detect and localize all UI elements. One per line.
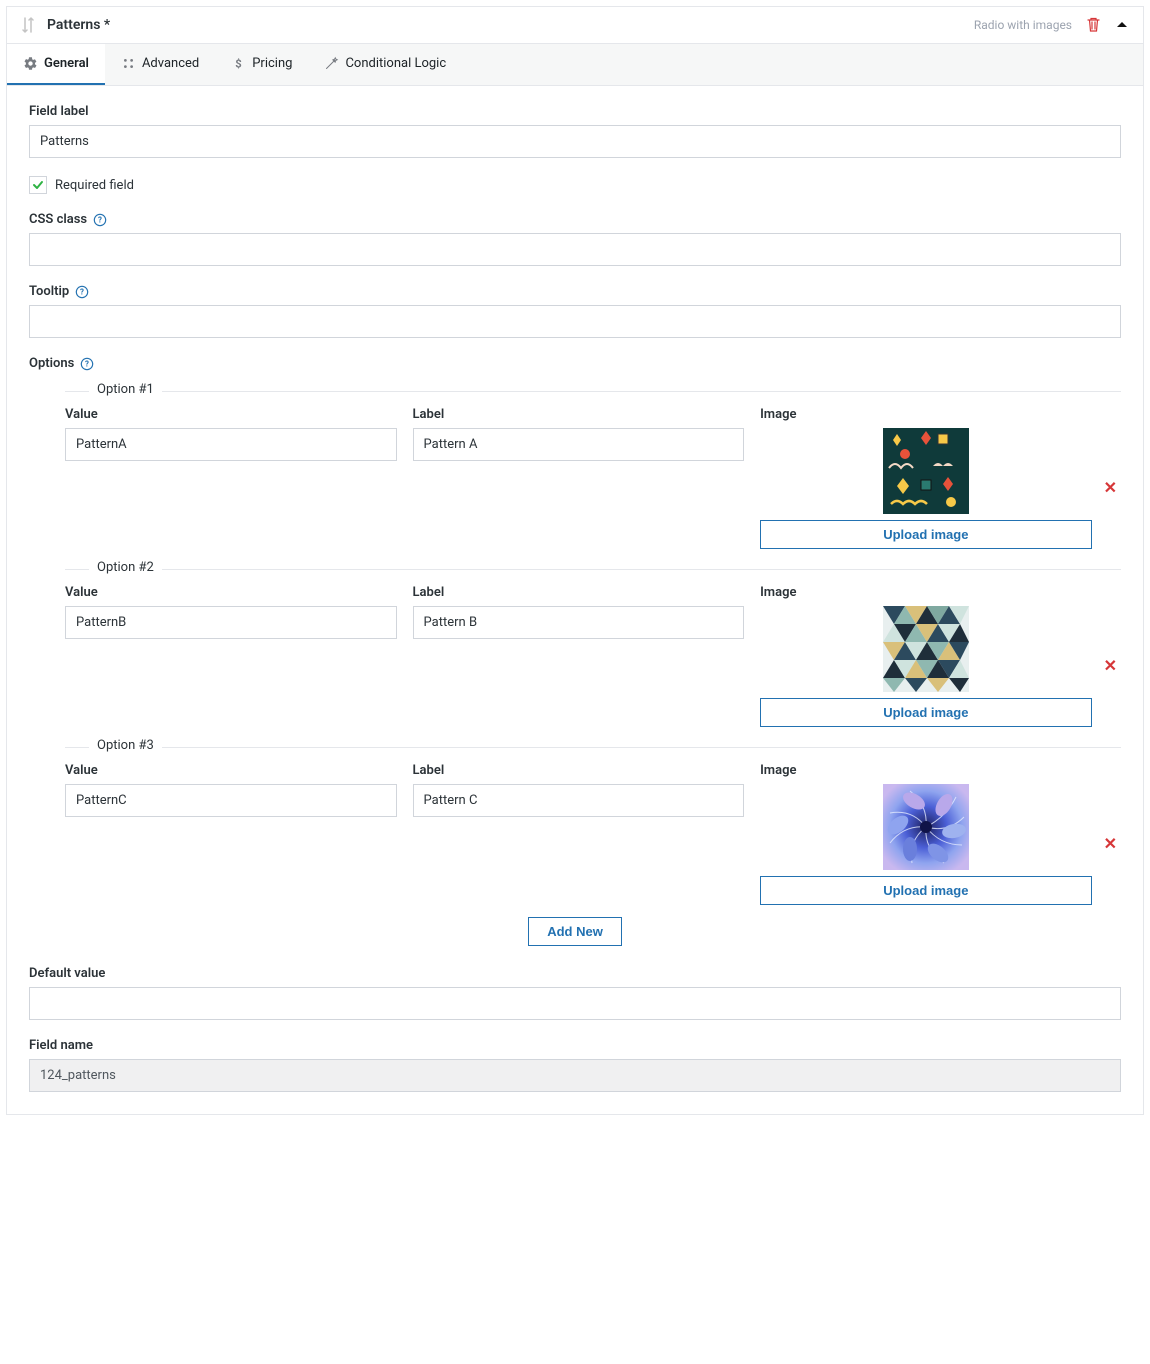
option-legend: Option #2: [89, 560, 162, 575]
option-thumbnail: [883, 784, 969, 870]
option-legend: Option #3: [89, 738, 162, 753]
help-icon[interactable]: ?: [93, 213, 107, 227]
help-icon[interactable]: ?: [80, 357, 94, 371]
value-caption: Value: [65, 407, 397, 422]
label-caption: Label: [413, 407, 745, 422]
option-block: Option #1 Value Label Image: [65, 391, 1121, 549]
option-label-input[interactable]: [413, 606, 745, 639]
field-type-label: Radio with images: [974, 18, 1072, 32]
tab-label: Advanced: [142, 56, 199, 71]
label-caption: Label: [413, 763, 745, 778]
value-caption: Value: [65, 585, 397, 600]
tab-pricing[interactable]: $ Pricing: [215, 44, 308, 85]
panel-header: Patterns * Radio with images: [7, 7, 1143, 44]
label-caption: Label: [413, 585, 745, 600]
tooltip-input[interactable]: [29, 305, 1121, 338]
option-label-input[interactable]: [413, 784, 745, 817]
field-name-caption: Field name: [29, 1038, 1121, 1053]
drag-handle-icon[interactable]: [21, 17, 35, 33]
option-legend: Option #1: [89, 382, 162, 397]
image-caption: Image: [760, 407, 796, 422]
field-label-caption: Field label: [29, 104, 1121, 119]
collapse-icon[interactable]: [1115, 20, 1129, 30]
field-editor-panel: Patterns * Radio with images General Adv…: [6, 6, 1144, 1115]
help-icon[interactable]: ?: [75, 285, 89, 299]
image-caption: Image: [760, 585, 796, 600]
remove-option-icon[interactable]: ✕: [1100, 478, 1121, 497]
css-class-input[interactable]: [29, 233, 1121, 266]
remove-option-icon[interactable]: ✕: [1100, 834, 1121, 853]
sliders-icon: [121, 56, 136, 71]
tab-general[interactable]: General: [7, 44, 105, 85]
remove-option-icon[interactable]: ✕: [1100, 656, 1121, 675]
svg-text:?: ?: [80, 287, 84, 296]
upload-image-button[interactable]: Upload image: [760, 698, 1092, 727]
option-label-input[interactable]: [413, 428, 745, 461]
trash-icon[interactable]: [1086, 17, 1101, 33]
tab-label: General: [44, 56, 89, 71]
option-value-input[interactable]: [65, 428, 397, 461]
option-thumbnail: [883, 606, 969, 692]
options-caption: Options: [29, 356, 74, 371]
svg-text:?: ?: [98, 215, 102, 224]
required-checkbox[interactable]: [29, 176, 47, 194]
option-thumbnail: [883, 428, 969, 514]
option-value-input[interactable]: [65, 784, 397, 817]
option-block: Option #2 Value Label Image: [65, 569, 1121, 727]
option-block: Option #3 Value Label Image: [65, 747, 1121, 905]
field-name-input: [29, 1059, 1121, 1092]
panel-title: Patterns *: [47, 17, 110, 33]
gear-icon: [23, 56, 38, 71]
svg-text:?: ?: [85, 359, 89, 368]
image-caption: Image: [760, 763, 796, 778]
default-value-input[interactable]: [29, 987, 1121, 1020]
svg-text:$: $: [236, 57, 242, 70]
tab-advanced[interactable]: Advanced: [105, 44, 215, 85]
add-new-button[interactable]: Add New: [528, 917, 622, 946]
wand-icon: [324, 56, 339, 71]
css-class-caption: CSS class: [29, 212, 87, 227]
default-value-caption: Default value: [29, 966, 1121, 981]
required-label: Required field: [55, 178, 134, 193]
tab-label: Conditional Logic: [345, 56, 446, 71]
dollar-icon: $: [231, 56, 246, 71]
upload-image-button[interactable]: Upload image: [760, 876, 1092, 905]
tab-conditional-logic[interactable]: Conditional Logic: [308, 44, 462, 85]
tabs: General Advanced $ Pricing Conditional L…: [7, 44, 1143, 86]
field-label-input[interactable]: [29, 125, 1121, 158]
tab-label: Pricing: [252, 56, 292, 71]
tab-content: Field label Required field CSS class ? T…: [7, 86, 1143, 1114]
tooltip-caption: Tooltip: [29, 284, 69, 299]
value-caption: Value: [65, 763, 397, 778]
upload-image-button[interactable]: Upload image: [760, 520, 1092, 549]
option-value-input[interactable]: [65, 606, 397, 639]
